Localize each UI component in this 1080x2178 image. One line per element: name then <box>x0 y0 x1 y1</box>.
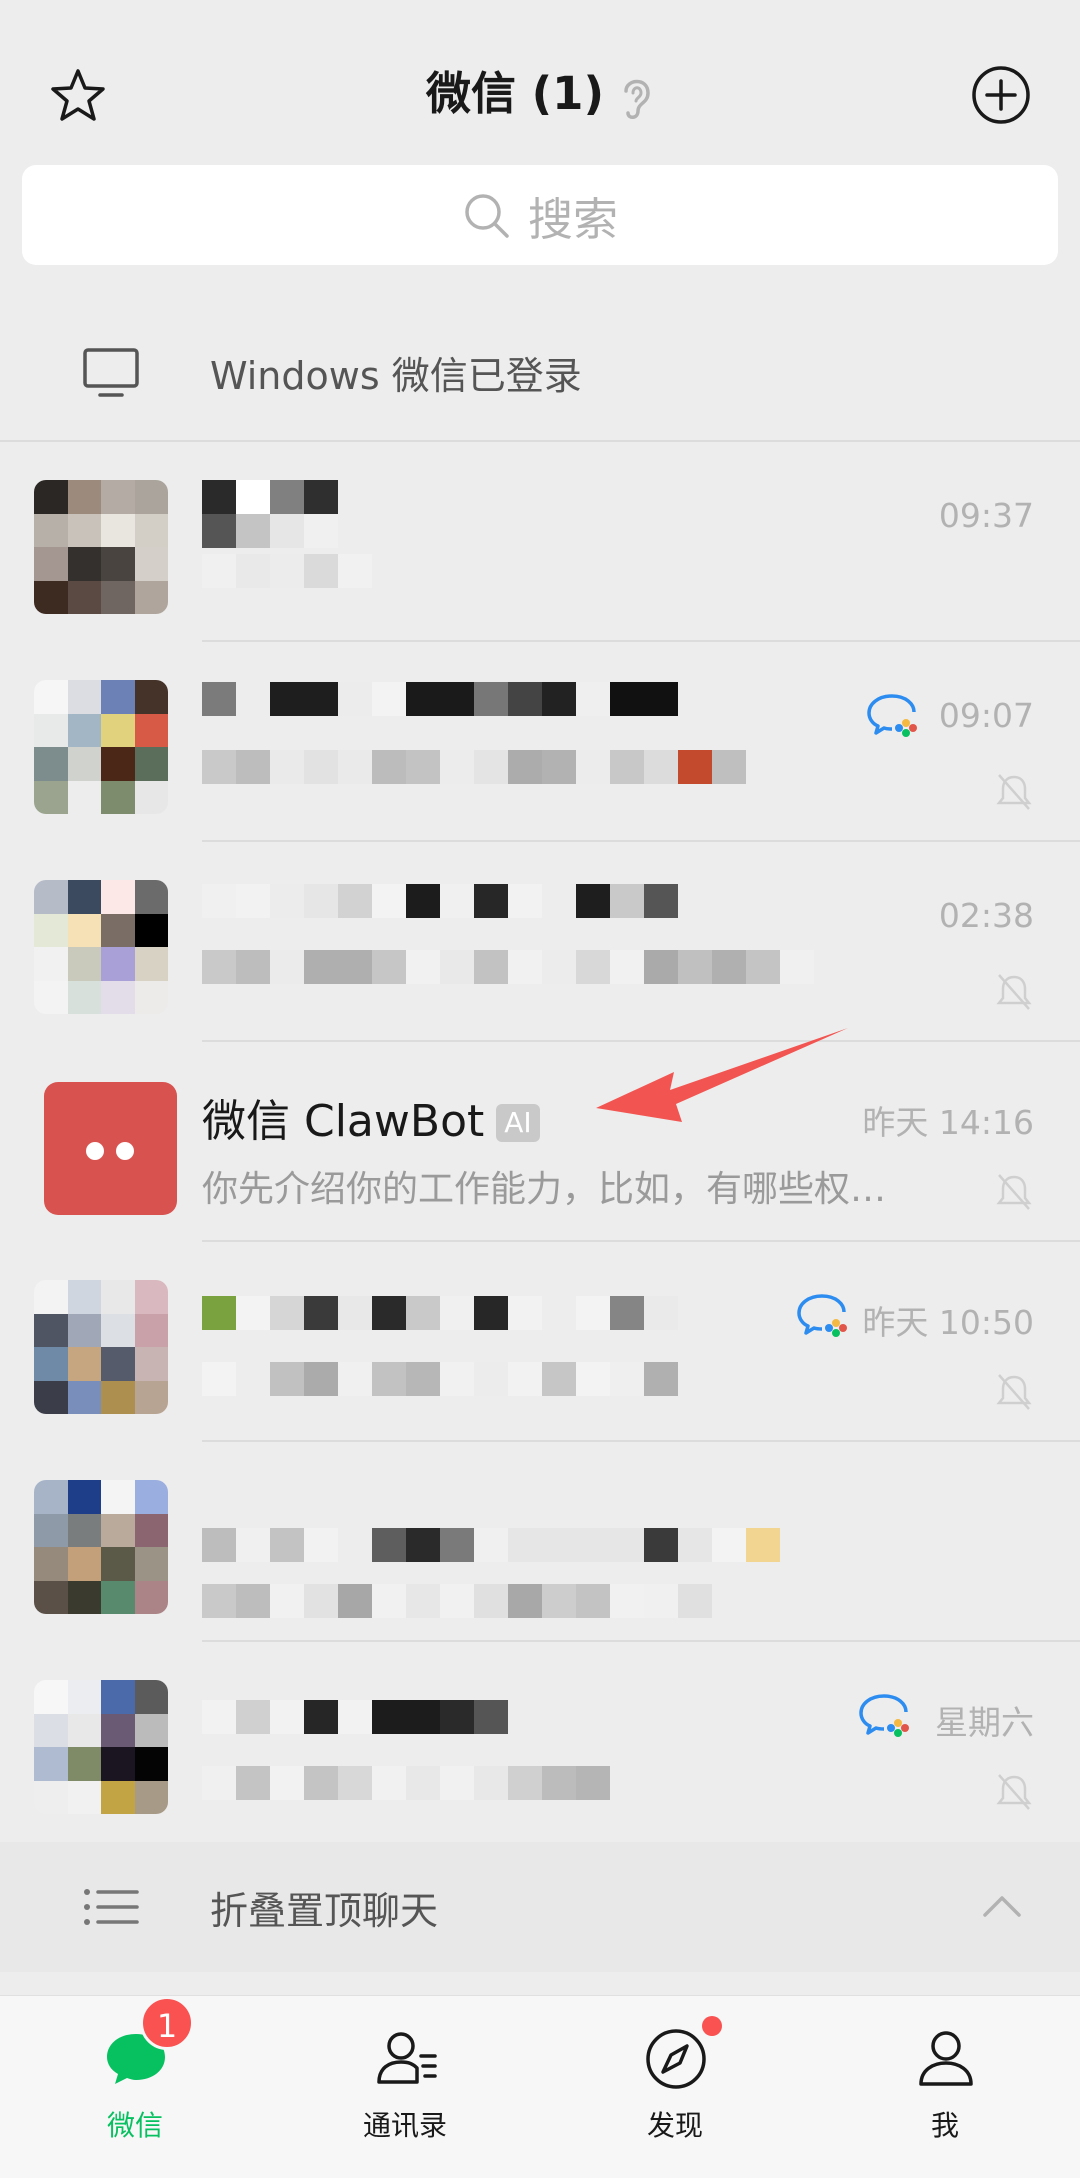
avatar <box>34 1480 168 1614</box>
tab-label: 我 <box>930 2109 959 2142</box>
unread-badge: 1 <box>140 1996 194 2050</box>
tab-chats[interactable]: 1 微信 <box>0 1996 270 2178</box>
wecom-icon <box>859 1694 909 1737</box>
ear-icon <box>624 79 650 119</box>
tab-label: 微信 <box>106 2109 163 2142</box>
search-bar[interactable]: 搜索 <box>22 165 1058 265</box>
obscured-preview <box>202 950 814 984</box>
tab-me[interactable]: 我 <box>810 1996 1080 2178</box>
tab-contacts[interactable]: 通讯录 <box>270 1996 540 2178</box>
chat-list-item[interactable]: 09:07 <box>0 642 1080 842</box>
tab-bar: 1 微信 通讯录 发现 我 <box>0 1995 1080 2178</box>
obscured-preview <box>202 1766 610 1800</box>
search-placeholder: 搜索 <box>527 192 618 246</box>
tab-label: 通讯录 <box>362 2109 447 2142</box>
mute-bell-icon <box>996 1374 1032 1410</box>
chat-list-item[interactable]: 09:37 <box>0 442 1080 642</box>
annotation-arrow-icon <box>596 1028 848 1122</box>
plus-circle-icon[interactable] <box>970 64 1032 126</box>
obscured-name <box>202 682 678 716</box>
search-icon <box>465 194 509 238</box>
chat-list-item-clawbot[interactable]: 微信 ClawBot AI 你先介绍你的工作能力，比如，有哪些权… 昨天 14:1… <box>0 1042 1080 1242</box>
folded-label: 折叠置顶聊天 <box>210 1888 439 1933</box>
login-notice-text: Windows 微信已登录 <box>210 354 582 398</box>
chat-time: 09:37 <box>938 496 1034 535</box>
monitor-icon <box>83 347 139 397</box>
wecom-icon <box>867 694 917 737</box>
mute-bell-icon <box>996 1774 1032 1810</box>
chevron-up-icon[interactable] <box>982 1890 1022 1920</box>
mute-bell-icon <box>996 974 1032 1010</box>
avatar <box>34 1680 168 1814</box>
wecom-icon <box>797 1294 847 1337</box>
bot-eye <box>116 1142 134 1160</box>
obscured-preview <box>202 750 746 784</box>
obscured-name <box>202 480 338 514</box>
page-title: 微信 (1) <box>425 67 605 120</box>
chat-list-item[interactable]: 昨天 10:50 <box>0 1242 1080 1442</box>
obscured-preview <box>202 1362 678 1396</box>
folded-pinned-chats[interactable]: 折叠置顶聊天 <box>0 1842 1080 1972</box>
chat-name-text: 微信 ClawBot <box>202 1096 485 1147</box>
tab-label: 发现 <box>646 2109 703 2142</box>
chat-name: 微信 ClawBot AI <box>202 1094 540 1150</box>
avatar <box>34 1280 168 1414</box>
obscured-name <box>202 1700 508 1734</box>
obscured-preview <box>202 1584 712 1618</box>
chat-preview: 你先介绍你的工作能力，比如，有哪些权… <box>202 1169 887 1210</box>
bot-eye <box>86 1142 104 1160</box>
mute-bell-icon <box>996 774 1032 810</box>
bot-avatar <box>44 1082 177 1215</box>
obscured-name <box>202 1528 780 1562</box>
notification-dot <box>702 2016 722 2036</box>
obscured-name <box>202 884 678 918</box>
person-icon <box>919 2031 973 2086</box>
compass-icon <box>646 2029 706 2089</box>
chat-time: 02:38 <box>938 896 1034 935</box>
obscured-name <box>202 1296 678 1330</box>
page-title-wrap: 微信 (1) <box>0 64 1080 124</box>
avatar <box>34 480 168 614</box>
chat-time: 昨天 14:16 <box>862 1103 1034 1142</box>
list-icon <box>84 1889 139 1925</box>
obscured-preview <box>202 554 372 588</box>
ai-badge: AI <box>496 1104 540 1142</box>
contacts-icon <box>377 2032 437 2084</box>
chat-list-item[interactable]: 星期六 <box>0 1642 1080 1842</box>
chat-list-item[interactable] <box>0 1442 1080 1642</box>
mute-bell-icon <box>996 1174 1032 1210</box>
device-login-notice[interactable]: Windows 微信已登录 <box>0 305 1080 440</box>
avatar <box>34 880 168 1014</box>
chat-list-item[interactable]: 02:38 <box>0 842 1080 1042</box>
avatar <box>34 680 168 814</box>
chat-time: 昨天 10:50 <box>862 1303 1034 1342</box>
obscured-name <box>202 514 338 548</box>
chat-time: 星期六 <box>935 1703 1034 1742</box>
top-bar: 微信 (1) <box>0 0 1080 165</box>
tab-discover[interactable]: 发现 <box>540 1996 810 2178</box>
chat-time: 09:07 <box>938 696 1034 735</box>
